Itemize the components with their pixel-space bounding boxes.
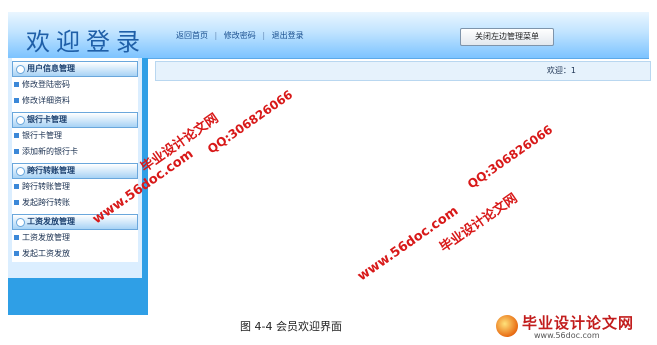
- group-icon: [16, 65, 25, 74]
- nav-home-link[interactable]: 返回首页: [176, 31, 208, 40]
- menu-item-label: 发起跨行转账: [22, 198, 70, 207]
- menu-group-label: 跨行转账管理: [27, 166, 75, 175]
- menu-item-label: 跨行转账管理: [22, 182, 70, 191]
- bullet-icon: [14, 82, 19, 87]
- close-menu-button[interactable]: 关闭左边管理菜单: [460, 28, 554, 46]
- logo-ball-icon: [496, 315, 518, 337]
- sidebar-footer: [8, 278, 148, 315]
- group-icon: [16, 167, 25, 176]
- figure-caption: 图 4-4 会员欢迎界面: [240, 320, 342, 333]
- menu-item-label: 工资发放管理: [22, 233, 70, 242]
- menu-item[interactable]: 银行卡管理: [12, 128, 138, 144]
- nav-separator: |: [262, 31, 266, 40]
- menu-item[interactable]: 修改登陆密码: [12, 77, 138, 93]
- group-icon: [16, 116, 25, 125]
- nav-logout-link[interactable]: 退出登录: [272, 31, 304, 40]
- menu-group-label: 用户信息管理: [27, 64, 75, 73]
- menu-item-label: 银行卡管理: [22, 131, 62, 140]
- top-nav: 返回首页 | 修改密码 | 退出登录: [176, 30, 308, 41]
- header-bar: 欢迎登录 返回首页 | 修改密码 | 退出登录 关闭左边管理菜单: [8, 12, 649, 59]
- page-title: 欢迎登录: [26, 28, 146, 56]
- menu-item-label: 修改登陆密码: [22, 80, 70, 89]
- menu-group-bank-card: 银行卡管理 银行卡管理 添加新的银行卡: [12, 112, 138, 160]
- menu-item[interactable]: 跨行转账管理: [12, 179, 138, 195]
- nav-change-password-link[interactable]: 修改密码: [224, 31, 256, 40]
- menu-group-title[interactable]: 银行卡管理: [12, 112, 138, 128]
- menu-item[interactable]: 工资发放管理: [12, 230, 138, 246]
- welcome-bar: 欢迎：1: [155, 61, 651, 81]
- footer-brand: 毕业设计论文网: [522, 314, 635, 332]
- bullet-icon: [14, 235, 19, 240]
- group-icon: [16, 218, 25, 227]
- bullet-icon: [14, 184, 19, 189]
- sidebar-menu: 用户信息管理 修改登陆密码 修改详细资料 银行卡管理 银行卡管理 添加新的银行卡…: [12, 58, 138, 262]
- menu-group-label: 工资发放管理: [27, 217, 75, 226]
- footer-logo: 毕业设计论文网 www.56doc.com: [494, 311, 654, 343]
- menu-group-salary: 工资发放管理 工资发放管理 发起工资发放: [12, 214, 138, 262]
- menu-item-label: 添加新的银行卡: [22, 147, 78, 156]
- menu-group-title[interactable]: 工资发放管理: [12, 214, 138, 230]
- menu-item-label: 发起工资发放: [22, 249, 70, 258]
- menu-item[interactable]: 发起工资发放: [12, 246, 138, 262]
- sidebar: 用户信息管理 修改登陆密码 修改详细资料 银行卡管理 银行卡管理 添加新的银行卡…: [8, 58, 148, 313]
- bullet-icon: [14, 98, 19, 103]
- menu-group-label: 银行卡管理: [27, 115, 67, 124]
- nav-separator: |: [214, 31, 218, 40]
- menu-item[interactable]: 修改详细资料: [12, 93, 138, 109]
- footer-site: www.56doc.com: [534, 331, 600, 340]
- bullet-icon: [14, 251, 19, 256]
- bullet-icon: [14, 149, 19, 154]
- bullet-icon: [14, 133, 19, 138]
- menu-group-title[interactable]: 用户信息管理: [12, 61, 138, 77]
- menu-group-user-info: 用户信息管理 修改登陆密码 修改详细资料: [12, 61, 138, 109]
- menu-item-label: 修改详细资料: [22, 96, 70, 105]
- menu-group-title[interactable]: 跨行转账管理: [12, 163, 138, 179]
- bullet-icon: [14, 200, 19, 205]
- menu-item[interactable]: 添加新的银行卡: [12, 144, 138, 160]
- welcome-text: 欢迎：1: [546, 66, 576, 75]
- watermark-qq: QQ:306826066: [465, 122, 556, 192]
